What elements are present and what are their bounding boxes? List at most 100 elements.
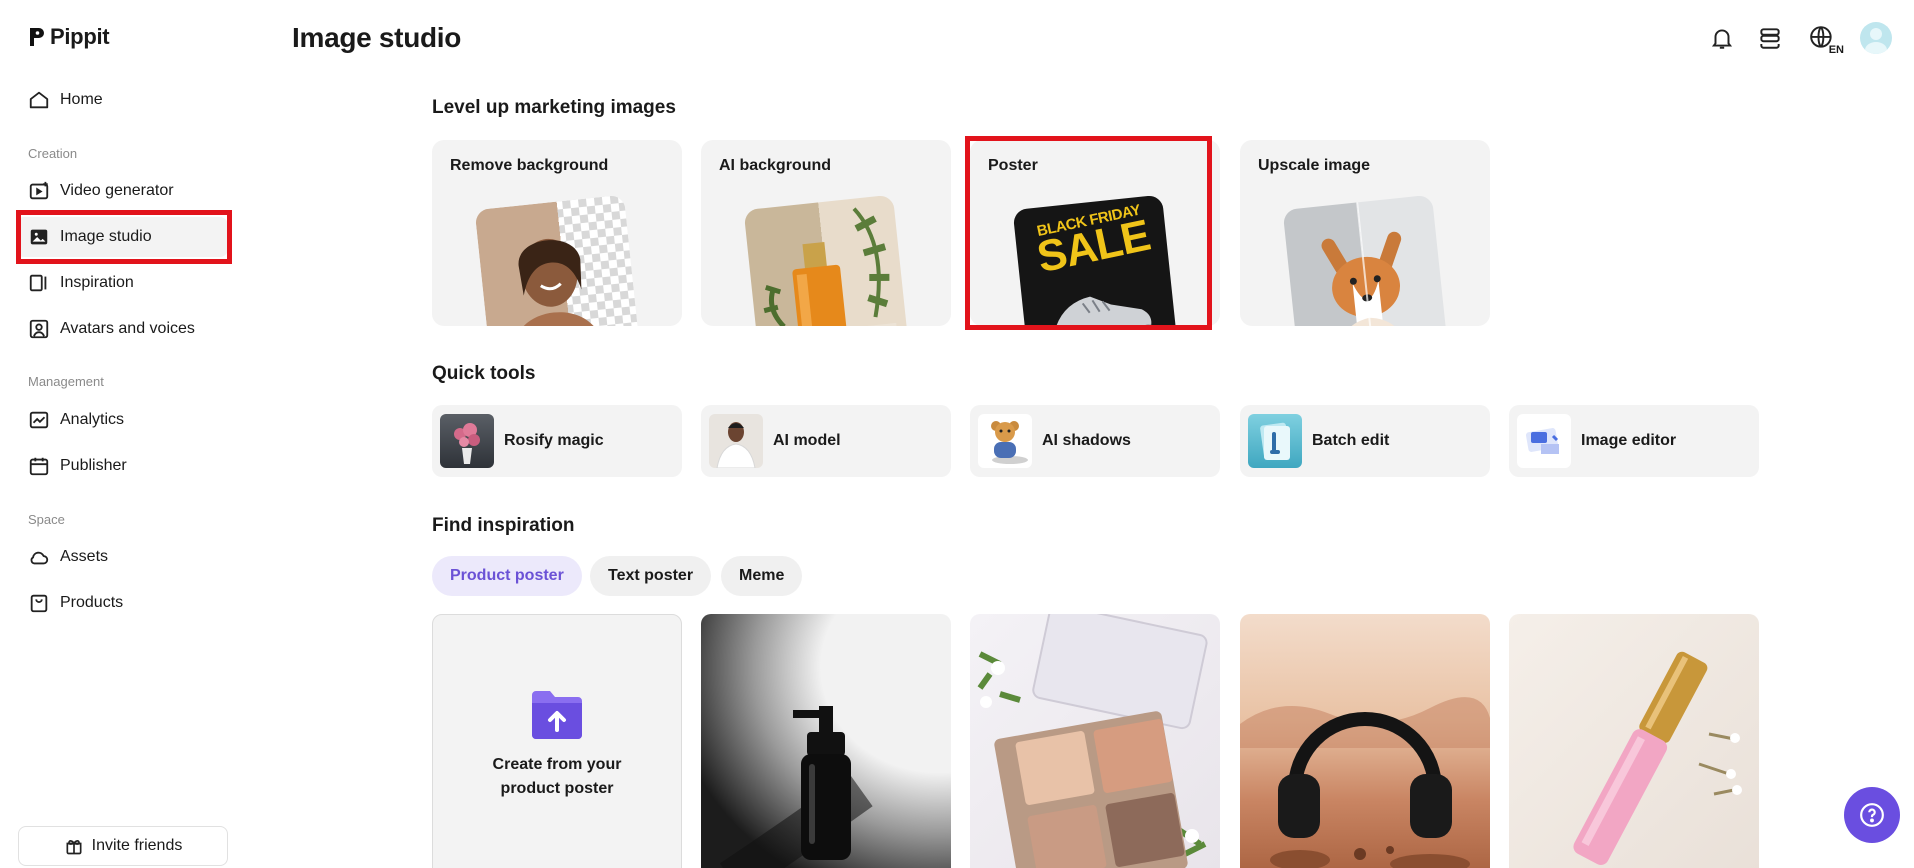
- section-title-level-up: Level up marketing images: [432, 97, 676, 118]
- sidebar: Pippit Home Creation Video generator Ima…: [0, 0, 250, 868]
- invite-friends-button[interactable]: Invite friends: [18, 826, 228, 866]
- tool-label: Image editor: [1581, 432, 1677, 449]
- ai-shadows-thumbnail: [978, 414, 1032, 468]
- video-plus-icon: [29, 181, 49, 200]
- editor-icon: [1525, 428, 1559, 454]
- sidebar-item-products[interactable]: Products: [16, 583, 228, 623]
- ai-model-thumbnail: [709, 414, 763, 468]
- image-studio-icon: [30, 229, 48, 245]
- header-actions: EN: [1708, 22, 1892, 56]
- tool-label: Batch edit: [1312, 432, 1390, 449]
- tool-ai-model[interactable]: AI model: [701, 405, 951, 477]
- feature-card-label: AI background: [719, 157, 832, 174]
- tab-product-poster[interactable]: Product poster: [432, 556, 582, 596]
- help-button[interactable]: [1844, 787, 1900, 843]
- invite-friends-label: Invite friends: [91, 837, 183, 854]
- section-label-space: Space: [28, 512, 65, 527]
- sidebar-item-label: Avatars and voices: [60, 320, 195, 337]
- feature-card-upscale-image[interactable]: Upscale image: [1240, 140, 1490, 326]
- sidebar-item-assets[interactable]: Assets: [16, 537, 228, 577]
- gift-icon: [66, 840, 82, 855]
- sidebar-item-label: Analytics: [60, 411, 125, 428]
- sidebar-item-home[interactable]: Home: [16, 80, 228, 120]
- app-name: Pippit: [50, 24, 110, 49]
- sidebar-item-label: Products: [60, 594, 124, 611]
- calendar-icon: [29, 457, 49, 476]
- bell-icon: [1711, 29, 1733, 49]
- subscription-button[interactable]: [1756, 24, 1784, 52]
- sidebar-item-label: Home: [60, 91, 103, 108]
- batch-edit-thumbnail: [1248, 414, 1302, 468]
- language-button[interactable]: EN: [1804, 24, 1844, 56]
- feature-card-label: Upscale image: [1258, 157, 1371, 174]
- stack-icon: [1760, 28, 1780, 49]
- sidebar-item-image-studio[interactable]: Image studio: [16, 217, 228, 257]
- create-card-text: Create from your product poster: [492, 756, 622, 797]
- inspiration-card-eyeshadow[interactable]: [970, 614, 1220, 868]
- teddy-bear-icon: [991, 421, 1028, 464]
- sneaker-icon: [1053, 296, 1153, 326]
- language-code: EN: [1828, 44, 1844, 56]
- app-logo[interactable]: Pippit: [28, 24, 110, 50]
- sidebar-item-label: Inspiration: [60, 274, 134, 291]
- sidebar-item-publisher[interactable]: Publisher: [16, 446, 228, 486]
- notifications-button[interactable]: [1708, 24, 1736, 52]
- feature-card-remove-background[interactable]: Remove background: [432, 140, 682, 326]
- feature-card-ai-background[interactable]: AI background: [701, 140, 951, 326]
- rose-vase-icon: [454, 423, 480, 464]
- sidebar-item-avatars-voices[interactable]: Avatars and voices: [16, 309, 228, 349]
- male-model-icon: [716, 422, 756, 468]
- remove-background-preview: [474, 194, 640, 326]
- tool-rosify-magic[interactable]: Rosify magic: [432, 405, 682, 477]
- rosify-thumbnail: [440, 414, 494, 468]
- lip-gloss-icon: [1573, 651, 1742, 865]
- woman-portrait-icon: [510, 238, 606, 326]
- page-title: Image studio: [292, 22, 462, 53]
- feature-card-poster[interactable]: Poster BLACK FRIDAY SALE: [970, 140, 1220, 326]
- sidebar-item-label: Video generator: [60, 182, 174, 199]
- perfume-bottle-icon: [763, 207, 899, 326]
- headphones-icon: [1240, 697, 1490, 868]
- sidebar-item-label: Publisher: [60, 457, 127, 474]
- inspiration-card-headphones[interactable]: [1240, 614, 1490, 868]
- tab-text-poster[interactable]: Text poster: [590, 556, 712, 596]
- inspiration-card-soap-bottle[interactable]: [701, 614, 951, 868]
- sidebar-item-video-generator[interactable]: Video generator: [16, 171, 228, 211]
- avatar-icon: [29, 319, 49, 339]
- section-label-creation: Creation: [28, 146, 78, 161]
- sidebar-item-label: Assets: [60, 548, 109, 565]
- tool-image-editor[interactable]: Image editor: [1509, 405, 1759, 477]
- eyeshadow-palette-icon: [977, 614, 1208, 868]
- upscale-image-preview: [1282, 194, 1448, 326]
- sidebar-item-inspiration[interactable]: Inspiration: [16, 263, 228, 303]
- feature-card-label: Remove background: [450, 157, 609, 174]
- upload-folder-icon: [532, 691, 582, 739]
- pippit-logo-icon: [30, 28, 44, 46]
- pump-bottle-icon: [719, 706, 873, 868]
- product-box-icon: [30, 594, 48, 613]
- tool-label: AI shadows: [1042, 432, 1131, 449]
- tab-meme[interactable]: Meme: [721, 556, 803, 596]
- home-icon: [29, 91, 49, 109]
- section-label-management: Management: [28, 374, 104, 389]
- section-title-quick-tools: Quick tools: [432, 363, 536, 384]
- sidebar-item-analytics[interactable]: Analytics: [16, 400, 228, 440]
- question-mark-icon: [1860, 803, 1884, 827]
- stacked-images-icon: [1260, 422, 1290, 460]
- create-from-product-poster-card[interactable]: Create from your product poster: [432, 614, 682, 868]
- section-title-find-inspiration: Find inspiration: [432, 515, 575, 536]
- user-avatar[interactable]: [1860, 22, 1892, 54]
- poster-preview: BLACK FRIDAY SALE: [1012, 194, 1178, 326]
- corgi-icon: [1321, 202, 1408, 326]
- tool-label: Rosify magic: [504, 432, 604, 449]
- analytics-icon: [29, 411, 49, 429]
- image-editor-thumbnail: [1517, 414, 1571, 468]
- tool-label: AI model: [773, 432, 841, 449]
- tool-batch-edit[interactable]: Batch edit: [1240, 405, 1490, 477]
- sidebar-item-label: Image studio: [60, 228, 152, 245]
- inspiration-card-lip-gloss[interactable]: [1509, 614, 1759, 868]
- inspiration-icon: [29, 274, 47, 292]
- cloud-icon: [30, 551, 49, 565]
- tool-ai-shadows[interactable]: AI shadows: [970, 405, 1220, 477]
- ai-background-preview: [743, 194, 909, 326]
